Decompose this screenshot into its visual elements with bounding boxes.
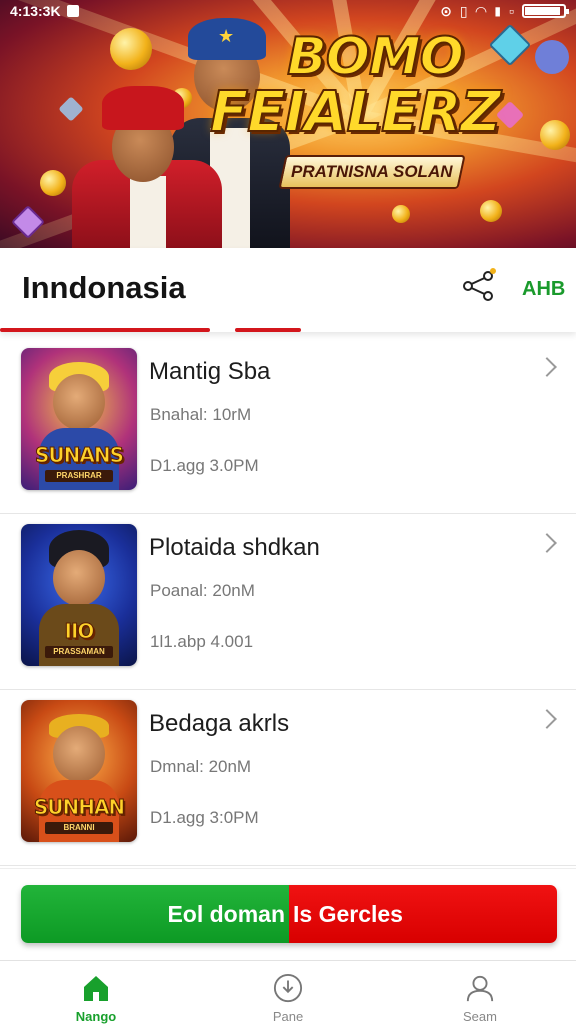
page-header: Inndonasia AHB <box>0 248 576 332</box>
banner-subtitle: PRATNISNA SOLAN <box>278 155 466 189</box>
bottom-nav: Nango Pane Seam <box>0 960 576 1024</box>
status-bar: 4:13:3K ⊙ ▯ ◠ ▮ ▫ <box>0 0 576 22</box>
list-item[interactable]: SUNHAN BRANNI Bedaga akrls Dmnal: 20nM D… <box>0 690 576 866</box>
list-item[interactable]: SUNANS PRASHRAR Mantig Sba Bnahal: 10rM … <box>0 338 576 514</box>
game-meta-secondary: D1.agg 3:0PM <box>150 808 259 827</box>
signal-icon: ▮ <box>494 4 502 18</box>
game-name: Bedaga akrls <box>149 710 290 737</box>
vibrate-icon: ▯ <box>459 2 468 19</box>
share-icon[interactable] <box>460 268 496 304</box>
battery-icon <box>522 4 569 18</box>
tab-indicator-secondary <box>235 328 301 332</box>
game-list: SUNANS PRASHRAR Mantig Sba Bnahal: 10rM … <box>0 338 576 866</box>
list-item[interactable]: IIO PRASSAMAN Plotaida shdkan Poanal: 20… <box>0 514 576 690</box>
banner-title: BOMO FEIALERZ <box>209 27 502 145</box>
chevron-right-icon[interactable] <box>537 357 557 377</box>
tab-indicator-primary <box>0 328 210 332</box>
game-meta-secondary: 1l1.abp 4.001 <box>150 632 254 651</box>
download-icon <box>273 973 303 1003</box>
game-name: Mantig Sba <box>149 358 271 385</box>
game-meta-secondary: D1.agg 3.0PM <box>150 456 259 475</box>
cta-left-segment[interactable]: Eol doman <box>21 885 289 943</box>
header-action-link[interactable]: AHB <box>522 278 565 301</box>
notification-icon <box>66 5 79 17</box>
cta-right-segment[interactable]: Is Gercles <box>289 885 557 943</box>
game-meta-primary: Bnahal: 10rM <box>150 405 252 424</box>
profile-icon <box>466 975 494 1002</box>
nav-item-home[interactable]: Nango <box>0 961 192 1024</box>
game-thumbnail: IIO PRASSAMAN <box>21 524 137 666</box>
wifi-icon: ◠ <box>475 2 487 19</box>
sim-icon: ▫ <box>509 3 514 19</box>
cta-container: Eol doman Is Gercles <box>0 868 576 960</box>
nav-item-download[interactable]: Pane <box>192 961 384 1024</box>
chevron-right-icon[interactable] <box>537 709 557 729</box>
game-name: Plotaida shdkan <box>149 534 320 561</box>
game-meta-primary: Poanal: 20nM <box>150 581 255 600</box>
status-time: 4:13:3K <box>10 3 61 19</box>
nav-item-profile[interactable]: Seam <box>384 961 576 1024</box>
alarm-icon: ⊙ <box>440 2 452 19</box>
home-icon <box>84 976 108 1001</box>
chevron-right-icon[interactable] <box>537 533 557 553</box>
hero-banner[interactable]: ★ BOMO FEIALERZ PRATNISNA SOLAN <box>0 0 576 248</box>
download-play-button[interactable]: Eol doman Is Gercles <box>21 885 557 943</box>
game-thumbnail: SUNHAN BRANNI <box>21 700 137 842</box>
game-meta-primary: Dmnal: 20nM <box>150 757 252 776</box>
game-thumbnail: SUNANS PRASHRAR <box>21 348 137 490</box>
page-title: Inndonasia <box>22 270 186 305</box>
